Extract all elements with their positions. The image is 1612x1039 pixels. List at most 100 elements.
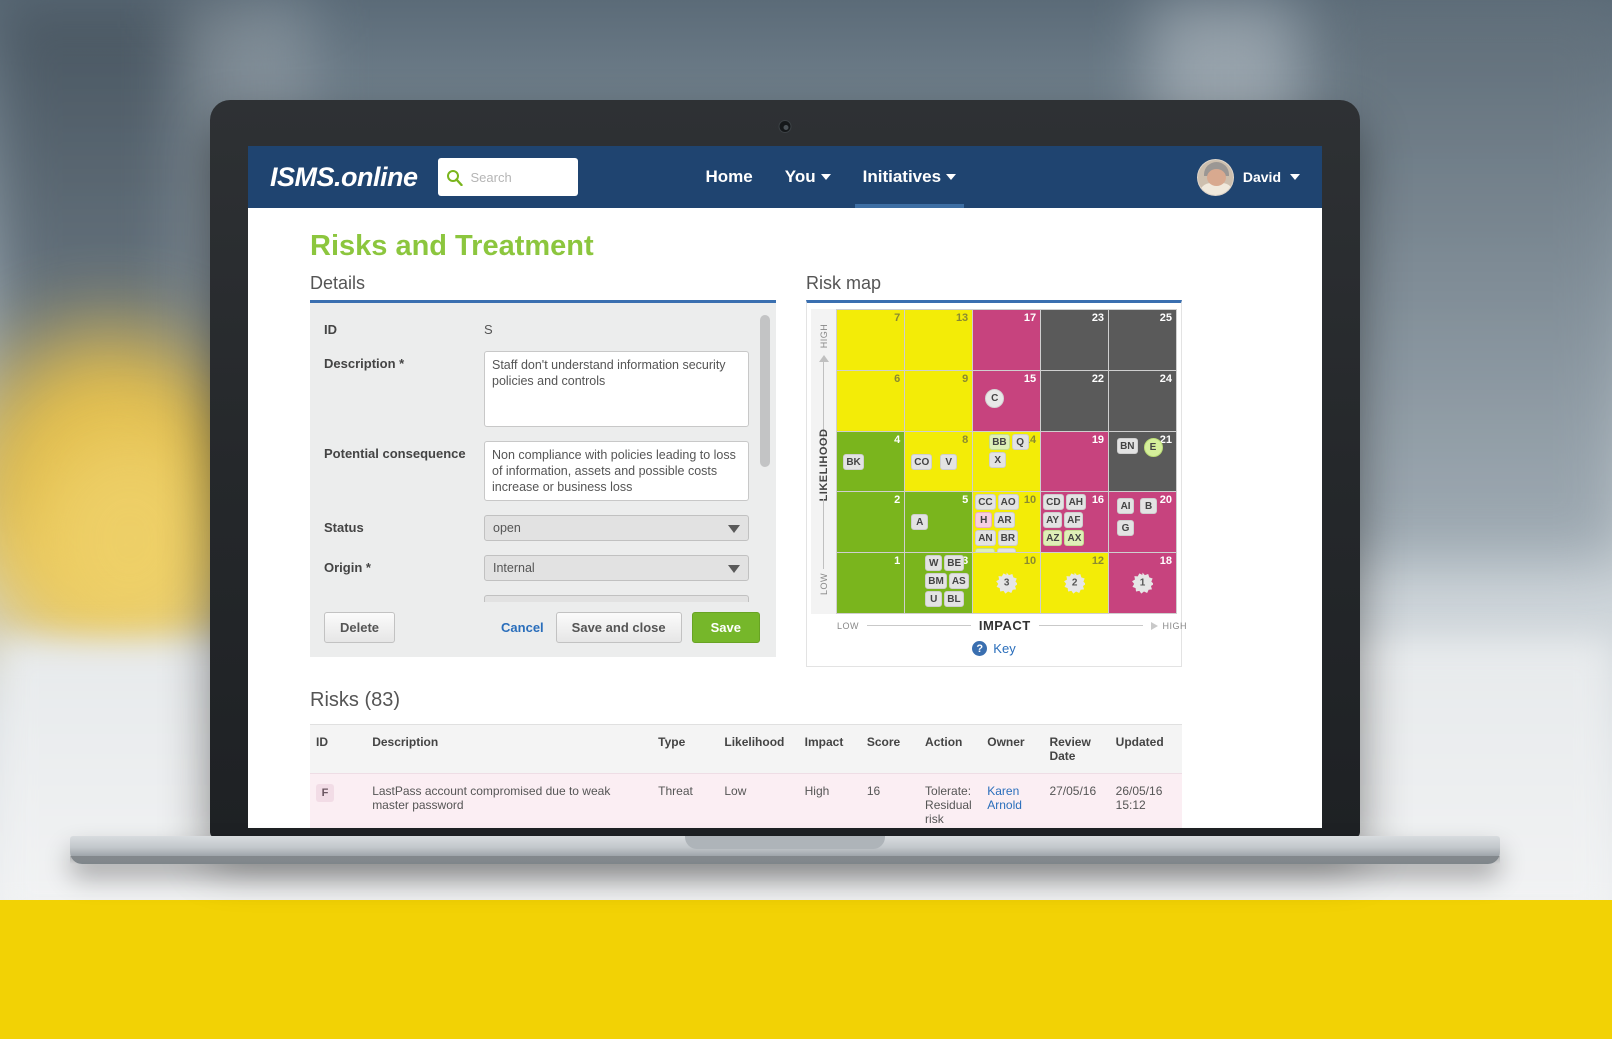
- laptop-mockup: ISMS.online Home: [70, 100, 1500, 864]
- risk-chip-X[interactable]: X: [989, 451, 1007, 468]
- page-content: Risks and Treatment Details ID S Descrip…: [248, 208, 1322, 828]
- col-header-type[interactable]: Type: [652, 724, 719, 774]
- risk-chip-AN[interactable]: AN: [975, 530, 996, 547]
- cancel-button[interactable]: Cancel: [489, 613, 556, 642]
- risk-cluster-badge[interactable]: 3: [996, 572, 1018, 594]
- risk-chip-BB[interactable]: BB: [989, 433, 1010, 450]
- col-header-owner[interactable]: Owner: [981, 724, 1044, 774]
- col-header-id[interactable]: ID: [310, 724, 367, 774]
- risk-chip-CC[interactable]: CC: [975, 494, 996, 511]
- risk-cell-5[interactable]: 5A: [905, 492, 973, 553]
- risk-chip-B[interactable]: B: [1140, 498, 1158, 515]
- brand-logo[interactable]: ISMS.online: [270, 162, 418, 193]
- risk-cell-6[interactable]: 6: [837, 370, 905, 431]
- risk-cluster-badge[interactable]: 1: [1132, 572, 1154, 594]
- risk-chip-CO[interactable]: CO: [911, 453, 933, 470]
- risk-cell-4[interactable]: 4 BK: [837, 431, 905, 492]
- col-header-action[interactable]: Action: [919, 724, 982, 774]
- risk-cluster-badge[interactable]: 2: [1064, 572, 1086, 594]
- risk-cell-10[interactable]: 10CCAOHARANBRCFAPCG: [973, 492, 1041, 553]
- key-link[interactable]: Key: [993, 641, 1015, 656]
- risk-chip-BM[interactable]: BM: [925, 573, 947, 590]
- col-header-review-date[interactable]: Review Date: [1043, 724, 1110, 774]
- risk-chip-V[interactable]: V: [940, 453, 958, 470]
- risk-chip-AZ[interactable]: AZ: [1043, 530, 1063, 547]
- risk-cell-18[interactable]: 18 1: [1109, 553, 1176, 613]
- risk-chip-BE[interactable]: BE: [944, 555, 965, 572]
- risk-cell-9[interactable]: 9: [905, 370, 973, 431]
- risk-chip-BR[interactable]: BR: [997, 530, 1019, 547]
- risk-chip-CD[interactable]: CD: [1043, 494, 1064, 511]
- risk-cell-16[interactable]: 16 CD AH AY AF AZ AX: [1041, 492, 1109, 553]
- risk-chip-Q[interactable]: Q: [1011, 433, 1029, 450]
- risk-chip-AR[interactable]: AR: [994, 512, 1015, 529]
- risk-chip-C[interactable]: C: [985, 388, 1005, 408]
- table-row[interactable]: F LastPass account compromised due to we…: [310, 773, 1182, 828]
- risk-cell-8[interactable]: 8 CO V: [905, 431, 973, 492]
- risk-cell-22[interactable]: 22: [1041, 370, 1109, 431]
- type-of-risk-select[interactable]: Threat: [484, 595, 749, 602]
- risk-cell-3[interactable]: 3 W BE BM AS U BL: [905, 553, 973, 613]
- risk-cell-23[interactable]: 23: [1041, 310, 1109, 370]
- nav-link-home[interactable]: Home: [706, 146, 753, 208]
- risks-table-head: ID Description Type Likelihood Impact Sc…: [310, 724, 1182, 774]
- save-and-close-button[interactable]: Save and close: [555, 612, 682, 643]
- risk-chip-AI[interactable]: AI: [1117, 498, 1135, 515]
- risk-cell-2[interactable]: 2: [837, 492, 905, 553]
- risk-chip-H[interactable]: H: [975, 512, 993, 529]
- nav-link-you[interactable]: You: [785, 146, 831, 208]
- nav-link-you-label: You: [784, 167, 816, 186]
- risk-cell-1[interactable]: 1: [837, 553, 905, 613]
- risk-chip-AP[interactable]: AP: [996, 548, 1017, 553]
- risk-cell-21[interactable]: 21 BN E: [1109, 431, 1176, 492]
- risk-cell-14[interactable]: 14 BB Q X: [973, 431, 1041, 492]
- table-header-row: ID Description Type Likelihood Impact Sc…: [310, 724, 1182, 774]
- risk-chip-CF[interactable]: CF: [975, 548, 995, 553]
- risk-chip-BN[interactable]: BN: [1117, 437, 1138, 454]
- risk-cell-15[interactable]: 15 C: [973, 370, 1041, 431]
- col-header-impact[interactable]: Impact: [798, 724, 861, 774]
- risk-chip-W[interactable]: W: [925, 555, 943, 572]
- risk-chip-A[interactable]: A: [911, 514, 929, 531]
- delete-button[interactable]: Delete: [324, 612, 396, 643]
- risk-chip-AF[interactable]: AF: [1064, 512, 1084, 529]
- risk-chip-AO[interactable]: AO: [997, 494, 1019, 511]
- status-select[interactable]: open: [484, 515, 749, 541]
- risk-cell-20[interactable]: 20 AI B G: [1109, 492, 1176, 553]
- potential-consequence-textarea[interactable]: [484, 441, 749, 501]
- risk-chip-BK[interactable]: BK: [843, 453, 864, 470]
- risk-chip-AX[interactable]: AX: [1064, 530, 1085, 547]
- col-header-likelihood[interactable]: Likelihood: [718, 724, 799, 774]
- col-header-updated[interactable]: Updated: [1109, 724, 1182, 774]
- risk-chip-AS[interactable]: AS: [948, 573, 969, 590]
- nav-link-initiatives[interactable]: Initiatives: [854, 146, 965, 208]
- key-row[interactable]: ? Key: [807, 633, 1181, 666]
- risk-chip-BL[interactable]: BL: [944, 591, 964, 608]
- risk-cell-24[interactable]: 24: [1109, 370, 1176, 431]
- risk-chip-G[interactable]: G: [1117, 520, 1135, 537]
- risk-chip-E[interactable]: E: [1143, 437, 1163, 457]
- risk-cell-25[interactable]: 25: [1109, 310, 1176, 370]
- risk-cell-12[interactable]: 12 2: [1041, 553, 1109, 613]
- user-menu[interactable]: David: [1196, 146, 1300, 208]
- search-box[interactable]: [437, 158, 578, 196]
- page-title: Risks and Treatment: [310, 230, 594, 262]
- risk-chip-AY[interactable]: AY: [1043, 512, 1063, 529]
- risk-cell-13[interactable]: 13: [905, 310, 973, 370]
- form-scrollbar-thumb[interactable]: [760, 315, 770, 467]
- riskmap-column: Risk map HIGH LIKELIHOOD LOW 7 13 17 23 …: [806, 273, 1187, 667]
- col-header-description[interactable]: Description: [366, 724, 653, 774]
- risk-chip-U[interactable]: U: [925, 591, 943, 608]
- risk-chip-AH[interactable]: AH: [1065, 494, 1087, 511]
- risk-cell-7[interactable]: 7: [837, 310, 905, 370]
- risk-cell-10[interactable]: 10 3: [973, 553, 1041, 613]
- risk-cell-17[interactable]: 17: [973, 310, 1041, 370]
- save-button[interactable]: Save: [691, 612, 760, 643]
- search-input[interactable]: [468, 168, 570, 186]
- owner-link[interactable]: Karen Arnold: [987, 784, 1022, 812]
- likelihood-high-label: HIGH: [818, 323, 829, 349]
- risk-cell-19[interactable]: 19: [1041, 431, 1109, 492]
- origin-select[interactable]: Internal: [484, 555, 749, 581]
- description-textarea[interactable]: [484, 351, 749, 427]
- col-header-score[interactable]: Score: [860, 724, 920, 774]
